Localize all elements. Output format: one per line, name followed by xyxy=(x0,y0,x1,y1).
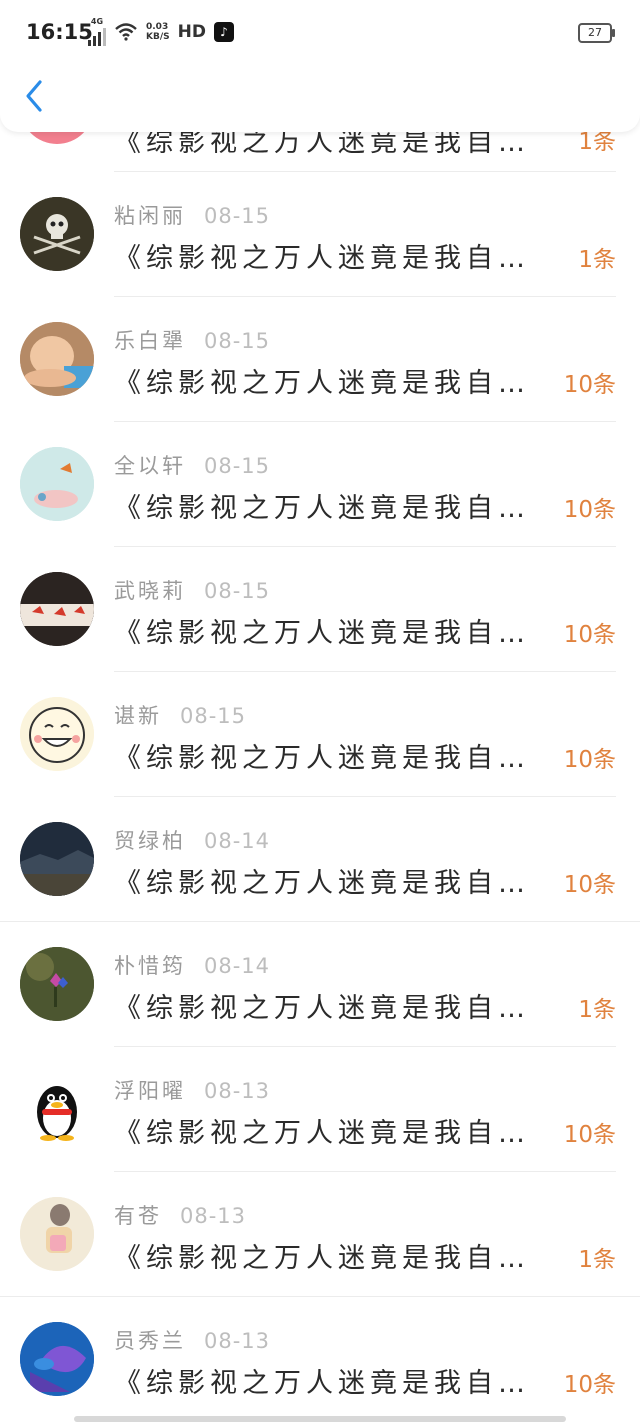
item-title: 《综影视之万人迷竟是我自… xyxy=(114,868,530,899)
qq-penguin-image xyxy=(20,1072,94,1146)
butterfly-hand-image xyxy=(20,447,94,521)
list-item[interactable]: 全以轩 08-15 《综影视之万人迷竟是我自… 10条 xyxy=(0,422,640,547)
girl-illustration-image xyxy=(20,1197,94,1271)
item-name: 浮阳曜 xyxy=(114,1079,186,1103)
back-button[interactable] xyxy=(20,74,50,118)
item-count: 10条 xyxy=(563,497,616,523)
item-name: 武晓莉 xyxy=(114,579,186,603)
avatar xyxy=(20,1072,94,1146)
item-name: 全以轩 xyxy=(114,454,186,478)
item-count: 10条 xyxy=(563,747,616,773)
net-speed: 0.03 KB/S xyxy=(146,22,170,42)
item-count: 10条 xyxy=(563,1372,616,1398)
home-indicator[interactable] xyxy=(74,1416,566,1422)
item-count: 10条 xyxy=(563,372,616,398)
item-title: 《综影视之万人迷竟是我自… xyxy=(114,368,530,399)
status-icons: 4G 0.03 KB/S HD ♪ xyxy=(88,18,234,46)
wifi-icon xyxy=(115,23,137,41)
pirate-skull-image xyxy=(20,197,94,271)
item-name: 贸绿柏 xyxy=(114,829,186,853)
item-name: 有苍 xyxy=(114,1204,162,1228)
item-name: 谌新 xyxy=(114,704,162,728)
list-item[interactable]: 有苍 08-13 《综影视之万人迷竟是我自己》 1条 xyxy=(0,1172,640,1297)
list-item[interactable]: 乐白犟 08-15 《综影视之万人迷竟是我自… 10条 xyxy=(0,297,640,422)
item-name: 员秀兰 xyxy=(114,1329,186,1353)
avatar xyxy=(20,197,94,271)
item-date: 08-15 xyxy=(204,579,271,603)
item-count: 1条 xyxy=(578,247,616,273)
item-date: 08-14 xyxy=(204,829,271,853)
item-title: 《综影视之万人迷竟是我自… xyxy=(114,1368,530,1399)
list-item[interactable]: 粘闲丽 08-15 《综影视之万人迷竟是我自己》 1条 xyxy=(0,172,640,297)
item-date: 08-14 xyxy=(204,954,271,978)
list-item[interactable]: 武晓莉 08-15 《综影视之万人迷竟是我自… 10条 xyxy=(0,547,640,672)
list-item[interactable]: 浮阳曜 08-13 《综影视之万人迷竟是我自… 10条 xyxy=(0,1047,640,1172)
list-item[interactable]: 贸绿柏 08-14 《综影视之万人迷竟是我自… 10条 xyxy=(0,797,640,922)
child-photo-image xyxy=(20,322,94,396)
avatar xyxy=(20,572,94,646)
tiktok-notification-icon: ♪ xyxy=(213,22,234,42)
battery-icon: 27 xyxy=(578,23,615,43)
item-date: 08-15 xyxy=(204,204,271,228)
avatar xyxy=(20,322,94,396)
item-title: 《综影视之万人迷竟是我自己》 xyxy=(114,243,544,274)
paper-cranes-image xyxy=(20,572,94,646)
item-name: 粘闲丽 xyxy=(114,204,186,228)
item-date: 08-15 xyxy=(204,454,271,478)
item-date: 08-15 xyxy=(204,329,271,353)
chevron-left-icon xyxy=(26,80,42,112)
network-type: 4G xyxy=(90,17,104,26)
item-date: 08-13 xyxy=(180,1204,247,1228)
item-count: 1条 xyxy=(578,1247,616,1273)
hd-indicator: HD xyxy=(177,22,206,42)
status-time: 16:15 xyxy=(26,20,93,44)
item-date: 08-13 xyxy=(204,1329,271,1353)
flower-image xyxy=(20,947,94,1021)
betta-fish-image xyxy=(20,1322,94,1396)
item-date: 08-15 xyxy=(180,704,247,728)
item-title: 《综影视之万人迷竟是我自… xyxy=(114,1118,530,1149)
avatar xyxy=(20,1197,94,1271)
night-landscape-image xyxy=(20,822,94,896)
item-title: 《综影视之万人迷竟是我自… xyxy=(114,618,530,649)
item-count: 1条 xyxy=(578,997,616,1023)
cellular-signal-icon: 4G xyxy=(88,18,106,46)
avatar xyxy=(20,1322,94,1396)
item-count: 10条 xyxy=(563,872,616,898)
avatar xyxy=(20,447,94,521)
item-name: 乐白犟 xyxy=(114,329,186,353)
avatar xyxy=(20,947,94,1021)
list-item[interactable]: 谌新 08-15 《综影视之万人迷竟是我自… 10条 xyxy=(0,672,640,797)
list-item[interactable]: 朴惜筠 08-14 《综影视之万人迷竟是我自己》 1条 xyxy=(0,922,640,1047)
item-date: 08-13 xyxy=(204,1079,271,1103)
item-title: 《综影视之万人迷竟是我自己》 xyxy=(114,1243,544,1274)
smiley-face-image xyxy=(20,697,94,771)
top-header: 16:15 4G 0.03 KB/S HD ♪ 27 xyxy=(0,0,640,132)
net-speed-value: 0.03 xyxy=(146,22,169,32)
item-title: 《综影视之万人迷竟是我自… xyxy=(114,493,530,524)
item-name: 朴惜筠 xyxy=(114,954,186,978)
net-speed-unit: KB/S xyxy=(146,32,170,42)
item-title: 《综影视之万人迷竟是我自… xyxy=(114,743,530,774)
item-count: 10条 xyxy=(563,622,616,648)
avatar xyxy=(20,697,94,771)
item-title: 《综影视之万人迷竟是我自己》 xyxy=(114,993,544,1024)
avatar xyxy=(20,822,94,896)
item-count: 10条 xyxy=(563,1122,616,1148)
list-item[interactable]: 员秀兰 08-13 《综影视之万人迷竟是我自… 10条 xyxy=(0,1297,640,1422)
